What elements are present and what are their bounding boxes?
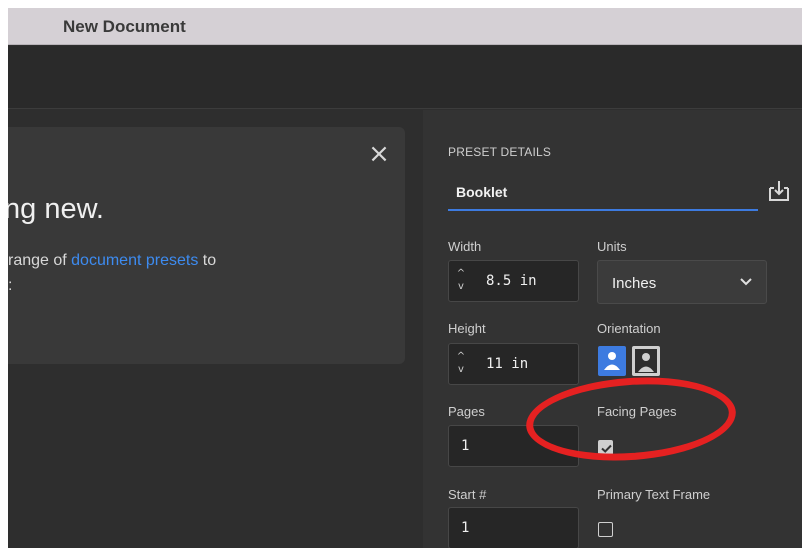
card-headline: ng new.	[8, 193, 104, 225]
chevron-down-icon	[738, 273, 754, 289]
width-value: 8.5 in	[486, 273, 537, 289]
units-value: Inches	[612, 275, 657, 292]
document-presets-link[interactable]: document presets	[71, 252, 198, 269]
width-label: Width	[448, 239, 482, 254]
welcome-card: × ng new. range of document presets to :	[8, 127, 405, 364]
facing-pages-label: Facing Pages	[597, 404, 677, 419]
checkmark-icon	[601, 444, 612, 453]
dialog-content: × ng new. range of document presets to :…	[8, 110, 802, 548]
landscape-orientation-button[interactable]	[632, 346, 660, 376]
pages-label: Pages	[448, 404, 485, 419]
new-document-dialog: New Document × ng new. range of document…	[8, 8, 802, 548]
height-value: 11 in	[486, 356, 529, 372]
pages-input[interactable]: 1	[448, 425, 579, 467]
orientation-label: Orientation	[597, 321, 661, 336]
primary-text-frame-label: Primary Text Frame	[597, 487, 711, 502]
facing-pages-checkbox[interactable]	[598, 440, 613, 455]
save-preset-icon[interactable]	[766, 178, 792, 204]
height-stepper[interactable]: ^ v 11 in	[448, 343, 579, 385]
card-description: range of document presets to	[8, 252, 216, 270]
close-icon[interactable]: ×	[368, 141, 390, 167]
card-description-continued: :	[8, 277, 13, 294]
height-label: Height	[448, 321, 486, 336]
stepper-arrows-icon[interactable]: ^ v	[454, 350, 468, 378]
portrait-orientation-button[interactable]	[598, 346, 626, 376]
units-select[interactable]: Inches	[597, 260, 767, 304]
stepper-arrows-icon[interactable]: ^ v	[454, 267, 468, 295]
preset-details-panel: PRESET DETAILS Booklet Width ^ v 8.5 in U…	[423, 110, 802, 548]
window-title: New Document	[63, 17, 186, 36]
title-bar: New Document	[8, 8, 802, 45]
preset-name-input[interactable]: Booklet	[448, 174, 758, 211]
card-description-text: range of	[8, 252, 72, 269]
primary-text-frame-checkbox[interactable]	[598, 522, 613, 537]
start-number-input[interactable]: 1	[448, 507, 579, 548]
dialog-header-bar	[8, 46, 802, 109]
section-label: PRESET DETAILS	[448, 145, 552, 159]
card-description-tail: to	[198, 252, 217, 269]
units-label: Units	[597, 239, 627, 254]
width-stepper[interactable]: ^ v 8.5 in	[448, 260, 579, 302]
start-number-label: Start #	[448, 487, 487, 502]
